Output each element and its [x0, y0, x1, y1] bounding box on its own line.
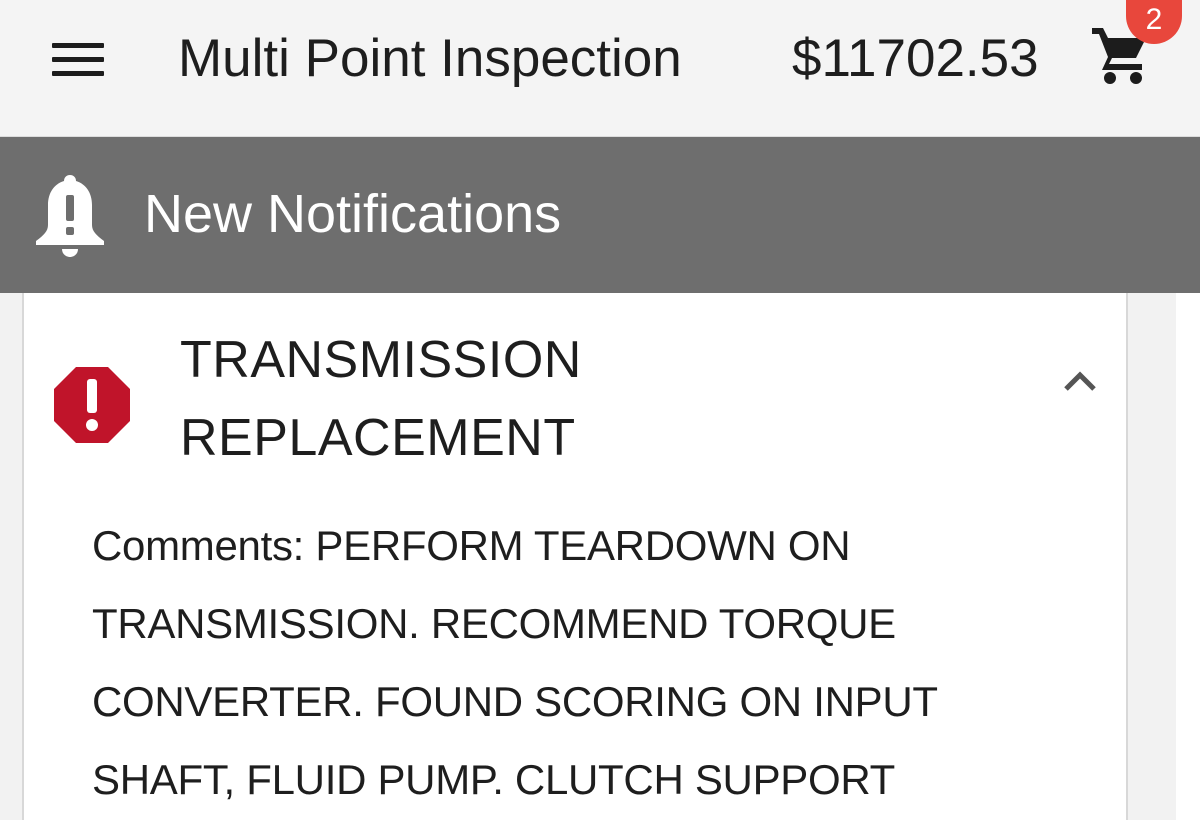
notifications-label: New Notifications	[144, 184, 562, 244]
bell-alert-icon	[36, 175, 104, 257]
cart-total[interactable]: $11702.53	[792, 24, 1039, 94]
app-screen: Multi Point Inspection $11702.53 2 New N…	[0, 0, 1200, 820]
critical-alert-icon	[54, 367, 130, 443]
title-line-1: TRANSMISSION	[180, 331, 582, 389]
title-line-2: REPLACEMENT	[180, 409, 576, 467]
new-notifications-bar[interactable]: New Notifications	[0, 137, 1200, 293]
inspection-comments: Comments: PERFORM TEARDOWN ON TRANSMISSI…	[92, 507, 1072, 819]
inspection-item-header[interactable]: TRANSMISSION REPLACEMENT	[24, 293, 1126, 503]
page-title: Multi Point Inspection	[178, 29, 682, 88]
inspection-item-title: TRANSMISSION REPLACEMENT	[180, 321, 800, 477]
chevron-up-icon[interactable]	[1062, 369, 1098, 393]
hamburger-menu-icon[interactable]	[52, 40, 106, 80]
comments-line: Comments: PERFORM TEARDOWN ON	[92, 522, 851, 569]
comments-line: TRANSMISSION. RECOMMEND TORQUE	[92, 600, 896, 647]
comments-line: CONVERTER. FOUND SCORING ON INPUT	[92, 678, 938, 725]
scroll-gutter	[1176, 293, 1200, 820]
top-app-bar: Multi Point Inspection $11702.53 2	[0, 0, 1200, 137]
inspection-item-card: TRANSMISSION REPLACEMENT Comments: PERFO…	[22, 293, 1128, 820]
comments-line: SHAFT, FLUID PUMP. CLUTCH SUPPORT	[92, 756, 896, 803]
